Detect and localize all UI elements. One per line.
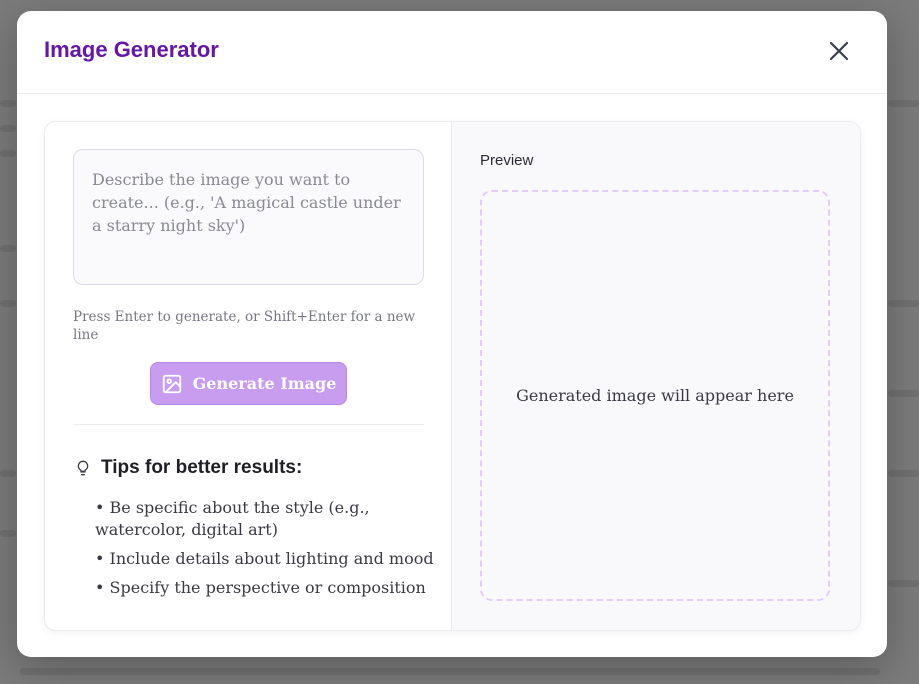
preview-panel: Preview Generated image will appear here	[451, 122, 860, 630]
prompt-hint: Press Enter to generate, or Shift+Enter …	[73, 309, 416, 343]
prompt-input[interactable]	[73, 149, 424, 285]
modal-header: Image Generator	[17, 11, 887, 94]
tip-item: • Be specific about the style (e.g., wat…	[95, 498, 370, 539]
generate-button-label: Generate Image	[192, 374, 337, 393]
divider	[73, 424, 424, 425]
tip-item: • Include details about lighting and moo…	[95, 549, 434, 568]
close-icon	[829, 41, 849, 61]
preview-label: Preview	[480, 152, 534, 169]
tips-list: • Be specific about the style (e.g., wat…	[95, 497, 440, 606]
tips-header: Tips for better results:	[75, 457, 302, 479]
close-button[interactable]	[827, 39, 851, 63]
generate-image-button[interactable]: Generate Image	[150, 362, 347, 405]
image-icon	[162, 374, 181, 393]
prompt-panel: Press Enter to generate, or Shift+Enter …	[45, 122, 451, 630]
preview-area: Generated image will appear here	[480, 190, 830, 601]
modal-title: Image Generator	[44, 37, 219, 62]
tips-title: Tips for better results:	[101, 457, 303, 478]
preview-placeholder-text: Generated image will appear here	[516, 386, 794, 405]
tip-item: • Specify the perspective or composition	[95, 578, 426, 597]
image-generator-modal: Image Generator Press Enter to generate,…	[17, 11, 887, 657]
generator-card: Press Enter to generate, or Shift+Enter …	[44, 121, 861, 631]
lightbulb-icon	[77, 460, 89, 476]
